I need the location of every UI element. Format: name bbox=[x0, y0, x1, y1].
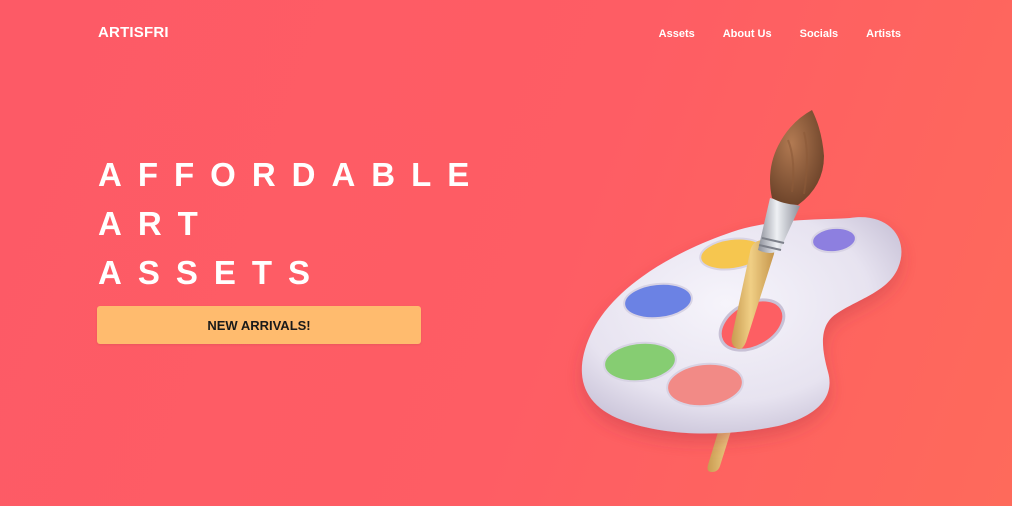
nav-link-socials[interactable]: Socials bbox=[800, 28, 839, 40]
main-nav: Assets About Us Socials Artists bbox=[659, 28, 901, 40]
paint-palette-illustration bbox=[560, 100, 920, 480]
nav-link-about-us[interactable]: About Us bbox=[723, 28, 772, 40]
hero-title-line-2: ART bbox=[98, 205, 214, 242]
nav-link-artists[interactable]: Artists bbox=[866, 28, 901, 40]
brand-logo[interactable]: ARTISFRI bbox=[98, 24, 169, 41]
new-arrivals-button[interactable]: NEW ARRIVALS! bbox=[97, 306, 421, 344]
paint-palette-with-brush-icon bbox=[581, 110, 902, 472]
hero-title-line-3: ASSETS bbox=[98, 254, 327, 291]
hero-title: AFFORDABLE ART ASSETS bbox=[98, 150, 485, 297]
nav-link-assets[interactable]: Assets bbox=[659, 28, 695, 40]
hero-title-line-1: AFFORDABLE bbox=[98, 156, 486, 193]
